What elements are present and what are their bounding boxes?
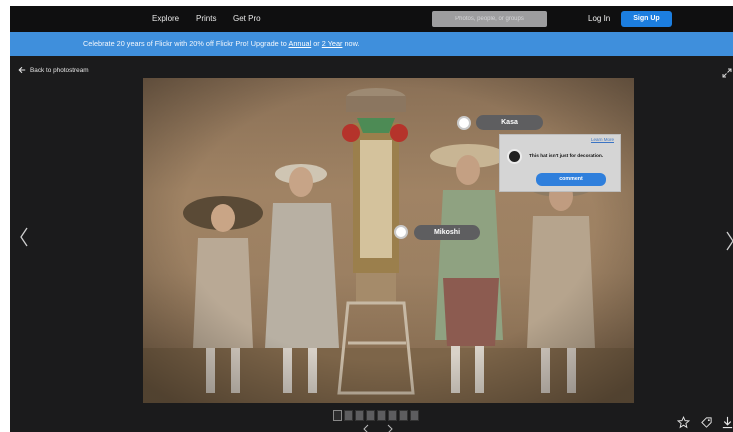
star-icon[interactable]: [677, 416, 690, 429]
tag-marker-kasa[interactable]: [457, 116, 471, 130]
chevron-right-icon[interactable]: [724, 230, 733, 252]
promo-text: Celebrate 20 years of Flickr with 20% of…: [83, 39, 360, 48]
tag-icon[interactable]: [700, 416, 713, 429]
back-to-photostream[interactable]: Back to photostream: [18, 66, 89, 74]
thumbnail[interactable]: [366, 410, 375, 421]
promo-text-end: now.: [342, 39, 360, 48]
thumbnail[interactable]: [333, 410, 342, 421]
chevron-left-icon[interactable]: [18, 226, 30, 248]
thumbnail[interactable]: [344, 410, 353, 421]
download-icon[interactable]: [721, 416, 733, 429]
login-link[interactable]: Log In: [588, 14, 610, 23]
back-label: Back to photostream: [30, 66, 89, 74]
avatar: [507, 149, 522, 164]
thumbnail[interactable]: [388, 410, 397, 421]
tag-marker-mikoshi[interactable]: [394, 225, 408, 239]
promo-banner: Celebrate 20 years of Flickr with 20% of…: [10, 32, 733, 56]
nav-prints[interactable]: Prints: [196, 14, 216, 23]
thumbnail[interactable]: [399, 410, 408, 421]
comment-button[interactable]: comment: [536, 173, 606, 186]
promo-text-middle: or: [311, 39, 322, 48]
annotation-popup: Learn More This hat isn't just for decor…: [499, 134, 621, 192]
tag-label-mikoshi[interactable]: Mikoshi: [414, 225, 480, 240]
tag-label-kasa[interactable]: Kasa: [476, 115, 543, 130]
learn-more-link[interactable]: Learn More: [591, 137, 614, 142]
thumbnail[interactable]: [355, 410, 364, 421]
chevron-left-icon[interactable]: [362, 424, 370, 432]
main-photo[interactable]: [143, 78, 634, 403]
search-input[interactable]: [432, 11, 547, 27]
annual-link[interactable]: Annual: [288, 39, 311, 48]
thumbnail[interactable]: [377, 410, 386, 421]
arrow-left-icon: [18, 66, 26, 74]
nav-explore[interactable]: Explore: [152, 14, 179, 23]
expand-icon[interactable]: [722, 68, 732, 78]
chevron-right-icon[interactable]: [386, 424, 394, 432]
nav-get-pro[interactable]: Get Pro: [233, 14, 261, 23]
flickr-photo-page: Explore Prints Get Pro Log In Sign Up Ce…: [10, 6, 733, 432]
thumbnail[interactable]: [410, 410, 419, 421]
top-navigation: Explore Prints Get Pro Log In Sign Up: [10, 6, 733, 32]
photo-image: [143, 78, 634, 403]
thumbnail-strip: [333, 410, 419, 421]
signup-button[interactable]: Sign Up: [621, 11, 672, 27]
promo-text-start: Celebrate 20 years of Flickr with 20% of…: [83, 39, 289, 48]
annotation-text: This hat isn't just for decoration.: [529, 154, 604, 159]
two-year-link[interactable]: 2 Year: [322, 39, 343, 48]
